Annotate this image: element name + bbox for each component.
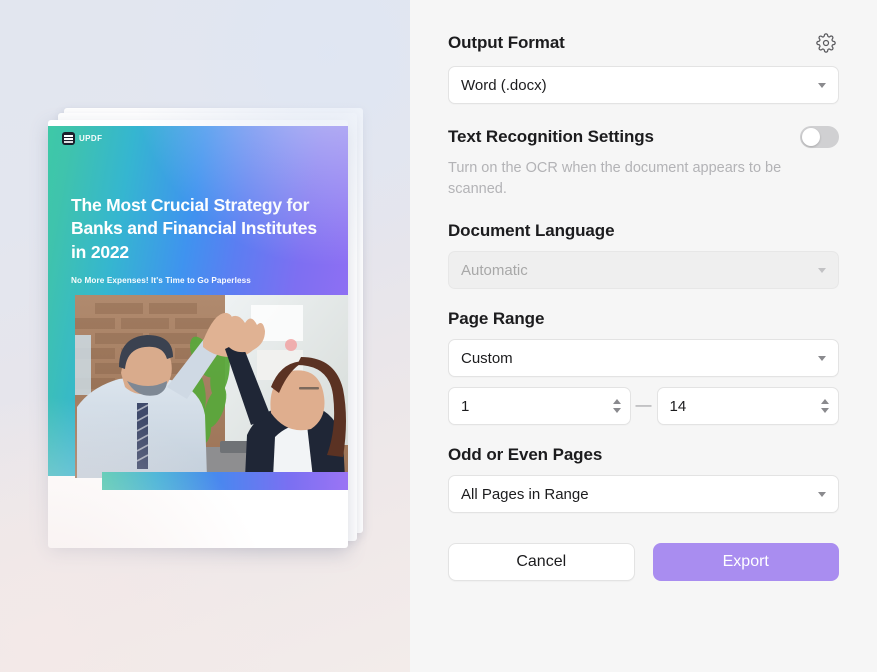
page-range-from-value: 1 — [461, 398, 469, 415]
text-recognition-title: Text Recognition Settings — [448, 127, 654, 147]
document-stack[interactable]: UPDF The Most Crucial Strategy for Banks… — [48, 108, 363, 548]
spacer — [448, 289, 839, 309]
stepper-arrows-icon[interactable] — [821, 399, 829, 413]
cover-bottom-band — [102, 472, 348, 490]
odd-or-even-value: All Pages in Range — [461, 486, 589, 503]
output-format-title: Output Format — [448, 33, 565, 53]
page-range-from-stepper[interactable]: 1 — [448, 387, 631, 425]
chevron-down-icon — [818, 268, 826, 273]
stepper-arrows-icon[interactable] — [613, 399, 621, 413]
stepper-down-icon[interactable] — [613, 408, 621, 413]
document-language-title: Document Language — [448, 221, 839, 241]
output-format-select[interactable]: Word (.docx) — [448, 66, 839, 104]
page-range-to-stepper[interactable]: 14 — [657, 387, 840, 425]
ocr-toggle[interactable] — [800, 126, 839, 148]
page-range-row: 1 — 14 — [448, 387, 839, 425]
range-separator: — — [631, 397, 657, 415]
document-cover-page[interactable]: UPDF The Most Crucial Strategy for Banks… — [48, 120, 348, 548]
chevron-down-icon — [818, 492, 826, 497]
document-language-select: Automatic — [448, 251, 839, 289]
document-logo: UPDF — [62, 132, 102, 145]
chevron-down-icon — [818, 83, 826, 88]
spacer — [448, 425, 839, 445]
gear-icon[interactable] — [813, 30, 839, 56]
chevron-down-icon — [818, 356, 826, 361]
stepper-up-icon[interactable] — [613, 399, 621, 404]
document-language-value: Automatic — [461, 262, 528, 279]
updf-logo-icon — [62, 132, 75, 145]
export-button[interactable]: Export — [653, 543, 840, 581]
page-range-to-value: 14 — [670, 398, 687, 415]
settings-panel: Output Format Word (.docx) Text Recognit… — [410, 0, 877, 672]
odd-or-even-title: Odd or Even Pages — [448, 445, 839, 465]
cover-subtitle: No More Expenses! It's Time to Go Paperl… — [71, 276, 329, 285]
spacer — [448, 104, 839, 126]
document-preview-pane: UPDF The Most Crucial Strategy for Banks… — [0, 0, 410, 672]
logo-text: UPDF — [79, 134, 102, 143]
cover-photo — [75, 295, 348, 478]
spacer — [448, 199, 839, 221]
stepper-up-icon[interactable] — [821, 399, 829, 404]
ocr-help-text: Turn on the OCR when the document appear… — [448, 158, 833, 199]
page-range-mode-select[interactable]: Custom — [448, 339, 839, 377]
export-settings-dialog: UPDF The Most Crucial Strategy for Banks… — [0, 0, 877, 672]
cover-title: The Most Crucial Strategy for Banks and … — [71, 194, 333, 264]
output-format-value: Word (.docx) — [461, 77, 547, 94]
stepper-down-icon[interactable] — [821, 408, 829, 413]
odd-or-even-select[interactable]: All Pages in Range — [448, 475, 839, 513]
text-recognition-header: Text Recognition Settings — [448, 126, 839, 148]
cancel-button[interactable]: Cancel — [448, 543, 635, 581]
toggle-knob — [802, 128, 820, 146]
dialog-actions: Cancel Export — [448, 543, 839, 581]
page-range-title: Page Range — [448, 309, 839, 329]
page-range-mode-value: Custom — [461, 350, 513, 367]
output-format-header: Output Format — [448, 30, 839, 56]
